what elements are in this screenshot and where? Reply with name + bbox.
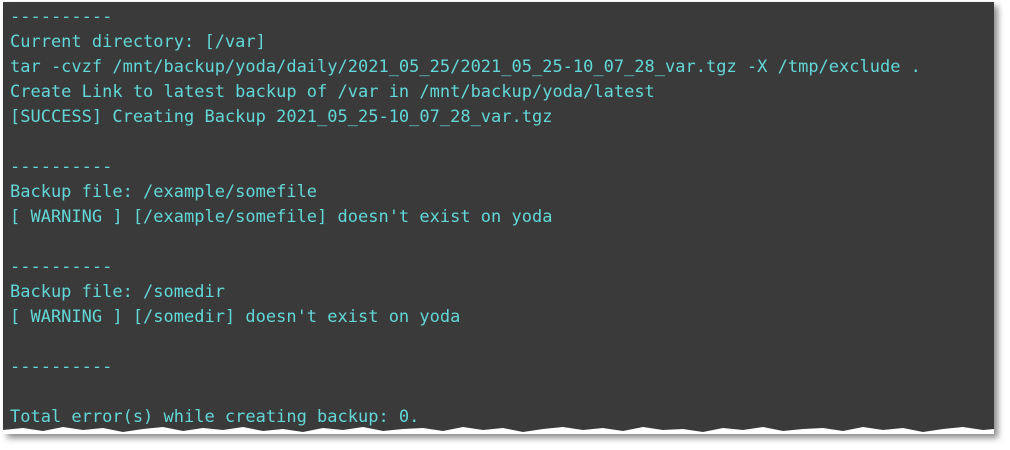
torn-edge-decoration <box>3 427 994 434</box>
terminal-line: tar -cvzf /mnt/backup/yoda/daily/2021_05… <box>10 57 921 77</box>
terminal-line: ---------- <box>10 257 113 277</box>
terminal-line: ---------- <box>10 357 113 377</box>
terminal-line: Create Link to latest backup of /var in … <box>10 82 655 102</box>
terminal-line: [ WARNING ] [/somedir] doesn't exist on … <box>10 307 461 327</box>
terminal-line: Current directory: [/var] <box>10 32 266 52</box>
terminal-line: ---------- <box>10 7 113 27</box>
terminal-line: ---------- <box>10 157 113 177</box>
terminal-line: [SUCCESS] Creating Backup 2021_05_25-10_… <box>10 107 553 127</box>
terminal-window[interactable]: ---------- Current directory: [/var] tar… <box>3 2 994 434</box>
terminal-output: ---------- Current directory: [/var] tar… <box>10 5 994 430</box>
terminal-line: Backup file: /somedir <box>10 282 225 302</box>
terminal-line: Backup file: /example/somefile <box>10 182 318 202</box>
screenshot-frame: ---------- Current directory: [/var] tar… <box>0 0 1010 450</box>
terminal-line: [ WARNING ] [/example/somefile] doesn't … <box>10 207 553 227</box>
